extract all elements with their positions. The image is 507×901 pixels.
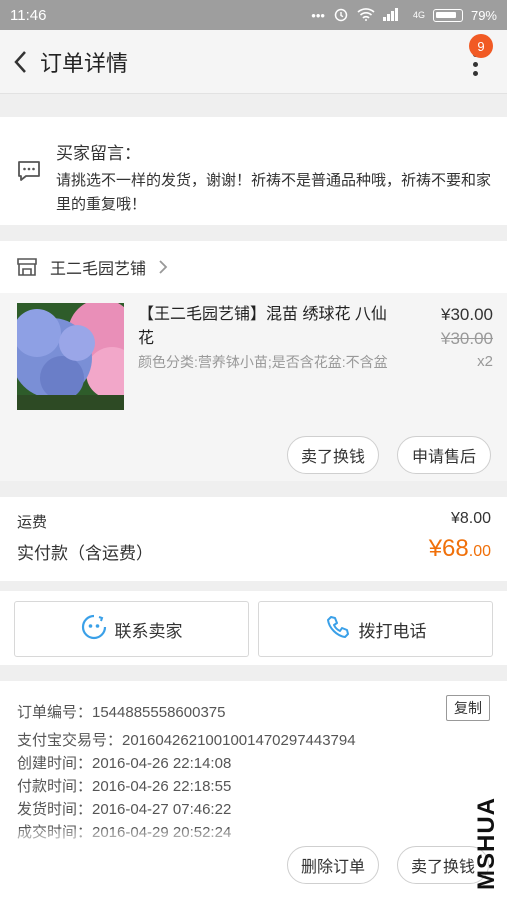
buyer-message-text: 请挑选不一样的发货，谢谢！祈祷不是普通品种哦，祈祷不要和家里的重复哦！ xyxy=(56,172,492,213)
product-original-price: ¥30.00 xyxy=(441,329,493,348)
page-title: 订单详情 xyxy=(40,50,129,76)
payment-summary: 运费 ¥8.00 实付款（含运费） ¥68.00 xyxy=(0,497,507,581)
notification-badge: 9 xyxy=(469,34,493,58)
bottom-action-bar: 删除订单 卖了换钱 xyxy=(0,829,507,901)
paid-amount: ¥68.00 xyxy=(428,535,491,562)
order-item-card: 王二毛园艺铺 【王二毛园艺铺】混苗 绣球花 八仙花 颜色分类:营养钵小苗;是否含… xyxy=(0,241,507,481)
contact-section: 联系卖家 拨打电话 xyxy=(0,591,507,665)
shop-name: 王二毛园艺铺 xyxy=(50,261,147,278)
product-spec: 颜色分类:营养钵小苗;是否含花盆:不含盆 xyxy=(138,354,388,370)
back-icon[interactable] xyxy=(0,30,40,94)
product-title[interactable]: 【王二毛园艺铺】混苗 绣球花 八仙花 xyxy=(138,303,398,351)
request-aftersale-button[interactable]: 申请售后 xyxy=(397,436,491,474)
battery-level: 79% xyxy=(470,7,497,23)
paid-time: 付款时间：2016-04-26 22:18:55 xyxy=(17,778,232,795)
wifi-icon xyxy=(357,7,375,24)
buyer-message-card: 买家留言： 请挑选不一样的发货，谢谢！祈祷不是普通品种哦，祈祷不要和家里的重复哦… xyxy=(0,117,507,225)
shop-row[interactable]: 王二毛园艺铺 xyxy=(0,241,507,293)
order-info-card: 订单编号：1544885558600375 复制 支付宝交易号：20160426… xyxy=(0,681,507,901)
product-quantity: x2 xyxy=(477,353,493,370)
buyer-message-title: 买家留言： xyxy=(56,144,141,163)
product-price: ¥30.00 xyxy=(441,305,493,324)
message-icon xyxy=(16,159,42,188)
phone-icon xyxy=(325,614,351,645)
product-row[interactable]: 【王二毛园艺铺】混苗 绣球花 八仙花 颜色分类:营养钵小苗;是否含花盆:不含盆 … xyxy=(0,293,507,481)
watermark-text: MSHUA xyxy=(473,797,500,890)
contact-seller-label: 联系卖家 xyxy=(114,621,183,641)
status-time: 11:46 xyxy=(10,6,47,24)
paid-amount-label: 实付款（含运费） xyxy=(17,544,153,563)
shipped-time: 发货时间：2016-04-27 07:46:22 xyxy=(17,801,232,818)
call-phone-button[interactable]: 拨打电话 xyxy=(258,601,493,657)
copy-order-number-button[interactable]: 复制 xyxy=(446,695,490,721)
battery-icon xyxy=(432,8,463,22)
call-phone-label: 拨打电话 xyxy=(358,621,427,641)
notification-dots: ••• xyxy=(311,7,325,23)
shipping-value: ¥8.00 xyxy=(450,510,491,527)
network-type: 4G xyxy=(412,10,425,20)
alipay-transaction-number: 支付宝交易号：2016042621001001470297443794 xyxy=(17,732,356,749)
status-bar: 11:46 ••• 4G 79% xyxy=(0,0,507,30)
product-image[interactable] xyxy=(17,303,124,410)
app-header: 订单详情 9 xyxy=(0,30,507,94)
order-number: 订单编号：1544885558600375 xyxy=(17,704,226,721)
signal-icon xyxy=(382,7,405,24)
sell-item-button[interactable]: 卖了换钱 xyxy=(287,436,379,474)
delete-order-button[interactable]: 删除订单 xyxy=(287,846,379,884)
created-time: 创建时间：2016-04-26 22:14:08 xyxy=(17,755,232,772)
shop-icon xyxy=(16,257,38,277)
alarm-icon xyxy=(333,6,349,25)
chevron-right-icon xyxy=(158,259,168,275)
shipping-label: 运费 xyxy=(17,514,48,531)
contact-seller-button[interactable]: 联系卖家 xyxy=(14,601,249,657)
chat-face-icon xyxy=(81,614,107,645)
